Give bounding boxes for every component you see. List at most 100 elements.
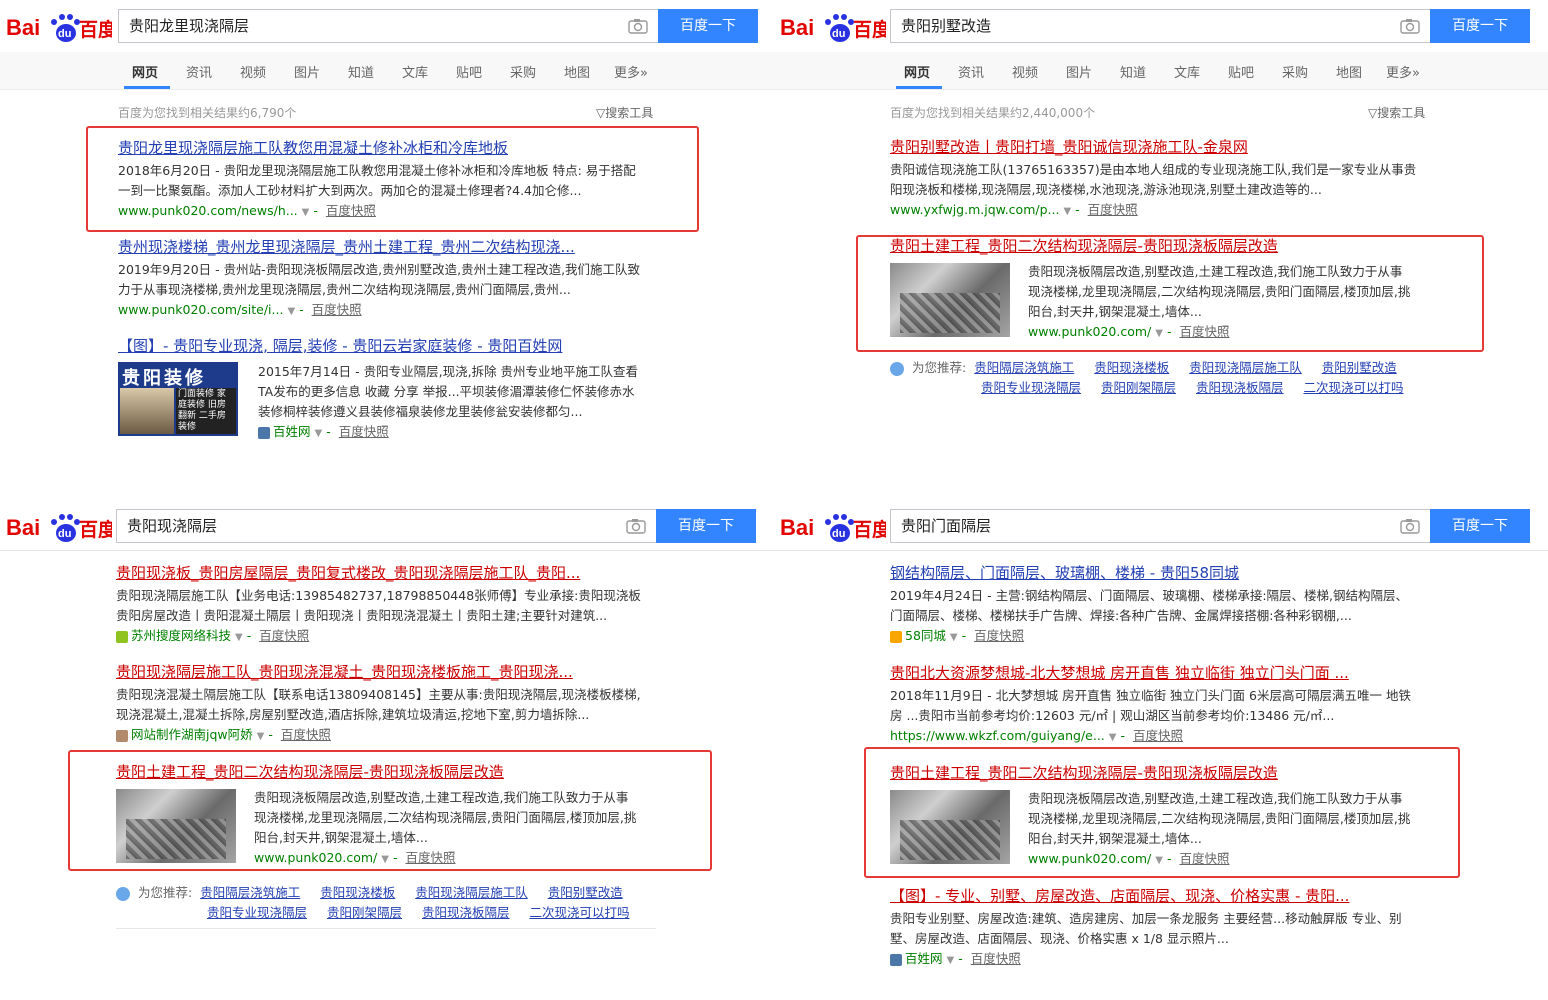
tab-tieba[interactable]: 贴吧 xyxy=(456,62,482,81)
tab-zhidao[interactable]: 知道 xyxy=(348,62,374,81)
result-url[interactable]: www.punk020.com/site/i... ▼ - 百度快照 xyxy=(118,300,678,322)
cache-link[interactable]: 百度快照 xyxy=(971,951,1021,966)
tab-more[interactable]: 更多» xyxy=(614,62,648,81)
tab-wenku[interactable]: 文库 xyxy=(402,62,428,81)
highlight-box xyxy=(856,235,1484,352)
result-url[interactable]: 百姓网 ▼ - 百度快照 xyxy=(890,949,1450,971)
related-link[interactable]: 贵阳现浇隔层施工队 xyxy=(415,885,528,900)
svg-text:du: du xyxy=(58,28,71,40)
tab-web[interactable]: 网页 xyxy=(132,62,158,81)
tab-zhidao[interactable]: 知道 xyxy=(1120,62,1146,81)
related-link[interactable]: 贵阳隔层浇筑施工 xyxy=(200,885,300,900)
related-searches: 为您推荐: 贵阳隔层浇筑施工 贵阳现浇楼板 贵阳现浇隔层施工队 贵阳别墅改造 贵… xyxy=(890,358,1404,398)
tab-map[interactable]: 地图 xyxy=(564,62,590,81)
search-button[interactable]: 百度一下 xyxy=(1430,509,1530,543)
related-link[interactable]: 贵阳现浇楼板 xyxy=(1094,360,1169,375)
result-url[interactable]: 网站制作湖南jqw阿娇 ▼ - 百度快照 xyxy=(116,725,676,747)
related-link[interactable]: 贵阳隔层浇筑施工 xyxy=(974,360,1074,375)
result-title[interactable]: 贵阳北大资源梦想城-北大梦想城 房开直售 独立临街 独立门头门面 ... xyxy=(890,663,1450,683)
svg-text:Bai: Bai xyxy=(780,15,814,40)
related-link[interactable]: 贵阳专业现浇隔层 xyxy=(981,380,1081,395)
related-link[interactable]: 贵阳别墅改造 xyxy=(548,885,623,900)
related-link[interactable]: 二次现浇可以打吗 xyxy=(529,905,629,920)
search-button[interactable]: 百度一下 xyxy=(656,509,756,543)
result-title[interactable]: 钢结构隔层、门面隔层、玻璃棚、楼梯 - 贵阳58同城 xyxy=(890,563,1450,583)
nav-tabs: 网页 资讯 视频 图片 知道 文库 贴吧 采购 地图 更多» xyxy=(774,52,1548,90)
tab-caigou[interactable]: 采购 xyxy=(1282,62,1308,81)
related-link[interactable]: 贵阳现浇隔层施工队 xyxy=(1189,360,1302,375)
camera-icon[interactable] xyxy=(628,18,648,34)
related-searches: 为您推荐: 贵阳隔层浇筑施工 贵阳现浇楼板 贵阳现浇隔层施工队 贵阳别墅改造 贵… xyxy=(116,883,630,923)
result-abstract: 贵阳现浇隔层施工队【业务电话:13985482737,18798850448张师… xyxy=(116,588,641,623)
search-button[interactable]: 百度一下 xyxy=(658,9,758,43)
result-title[interactable]: 【图】- 贵阳专业现浇, 隔层,装修 - 贵阳云岩家庭装修 - 贵阳百姓网 xyxy=(118,336,678,356)
tab-map[interactable]: 地图 xyxy=(1336,62,1362,81)
cache-link[interactable]: 百度快照 xyxy=(339,424,389,439)
search-tools[interactable]: ▽搜索工具 xyxy=(1368,104,1425,121)
cache-link[interactable]: 百度快照 xyxy=(974,628,1024,643)
result-url[interactable]: https://www.wkzf.com/guiyang/e... ▼ - 百度快照 xyxy=(890,726,1450,748)
search-input[interactable]: 贵阳别墅改造 xyxy=(890,9,1430,43)
result-item: 贵阳北大资源梦想城-北大梦想城 房开直售 独立临街 独立门头门面 ... 201… xyxy=(890,663,1450,748)
result-abstract: 2019年4月24日 - 主营:钢结构隔层、门面隔层、玻璃棚、楼梯承接:隔层、楼… xyxy=(890,588,1409,623)
svg-text:百度: 百度 xyxy=(853,18,886,41)
svg-text:Bai: Bai xyxy=(6,15,40,40)
cache-link[interactable]: 百度快照 xyxy=(1088,202,1138,217)
baidu-logo[interactable]: Bai du 百度 xyxy=(780,508,886,544)
result-title[interactable]: 贵阳现浇隔层施工队_贵阳现浇混凝土_贵阳现浇楼板施工_贵阳现浇... xyxy=(116,662,676,682)
result-title[interactable]: 贵阳别墅改造丨贵阳打墙_贵阳诚信现浇施工队-金泉网 xyxy=(890,137,1450,157)
camera-icon[interactable] xyxy=(626,518,646,534)
result-stats: 百度为您找到相关结果约2,440,000个 xyxy=(890,106,1096,120)
tab-web[interactable]: 网页 xyxy=(904,62,930,81)
cache-link[interactable]: 百度快照 xyxy=(312,302,362,317)
svg-text:du: du xyxy=(58,528,71,540)
baidu-logo[interactable]: Bai du 百度 xyxy=(6,508,112,544)
svg-text:百度: 百度 xyxy=(79,18,112,41)
baidu-logo[interactable]: Bai du 百度 xyxy=(6,8,112,44)
highlight-box xyxy=(68,750,712,871)
related-link[interactable]: 贵阳现浇楼板 xyxy=(320,885,395,900)
baidu-logo[interactable]: Bai du 百度 xyxy=(780,8,886,44)
tab-tieba[interactable]: 贴吧 xyxy=(1228,62,1254,81)
result-title[interactable]: 【图】- 专业、别墅、房屋改造、店面隔层、现浇、价格实惠 - 贵阳... xyxy=(890,886,1450,906)
tab-more[interactable]: 更多» xyxy=(1386,62,1420,81)
cache-link[interactable]: 百度快照 xyxy=(1133,728,1183,743)
related-link[interactable]: 贵阳现浇板隔层 xyxy=(422,905,510,920)
result-title[interactable]: 贵阳现浇板_贵阳房屋隔层_贵阳复式楼改_贵阳现浇隔层施工队_贵阳... xyxy=(116,563,676,583)
camera-icon[interactable] xyxy=(1400,518,1420,534)
tab-video[interactable]: 视频 xyxy=(240,62,266,81)
tab-images[interactable]: 图片 xyxy=(294,62,320,81)
search-input[interactable]: 贵阳现浇隔层 xyxy=(116,509,656,543)
related-link[interactable]: 贵阳刚架隔层 xyxy=(327,905,402,920)
search-header: Bai du 百度 贵阳别墅改造 百度一下 xyxy=(774,0,1548,52)
result-title[interactable]: 贵州现浇楼梯_贵州龙里现浇隔层_贵州土建工程_贵州二次结构现浇... xyxy=(118,237,678,257)
search-input[interactable]: 贵阳龙里现浇隔层 xyxy=(118,9,658,43)
cache-link[interactable]: 百度快照 xyxy=(259,628,309,643)
result-item: 贵州现浇楼梯_贵州龙里现浇隔层_贵州土建工程_贵州二次结构现浇... 2019年… xyxy=(118,237,678,322)
svg-text:du: du xyxy=(832,528,845,540)
related-link[interactable]: 二次现浇可以打吗 xyxy=(1303,380,1403,395)
result-url[interactable]: 百姓网 ▼ - 百度快照 xyxy=(258,422,678,444)
search-button[interactable]: 百度一下 xyxy=(1430,9,1530,43)
related-link[interactable]: 贵阳专业现浇隔层 xyxy=(207,905,307,920)
serp-panel-1: Bai du 百度 贵阳龙里现浇隔层 百度一下 网页 资讯 视频 图片 知道 文… xyxy=(0,0,774,500)
related-link[interactable]: 贵阳别墅改造 xyxy=(1322,360,1397,375)
tab-wenku[interactable]: 文库 xyxy=(1174,62,1200,81)
result-url[interactable]: www.yxfwjg.m.jqw.com/p... ▼ - 百度快照 xyxy=(890,200,1450,222)
cache-link[interactable]: 百度快照 xyxy=(281,727,331,742)
result-thumbnail[interactable]: 贵阳装修 门面装修 家庭装修 旧房翻新 二手房装修 xyxy=(118,362,238,436)
tab-news[interactable]: 资讯 xyxy=(186,62,212,81)
result-url[interactable]: 58同城 ▼ - 百度快照 xyxy=(890,626,1450,648)
search-tools[interactable]: ▽搜索工具 xyxy=(596,104,653,121)
tab-news[interactable]: 资讯 xyxy=(958,62,984,81)
camera-icon[interactable] xyxy=(1400,18,1420,34)
active-tab-indicator xyxy=(896,86,942,89)
tab-video[interactable]: 视频 xyxy=(1012,62,1038,81)
tab-caigou[interactable]: 采购 xyxy=(510,62,536,81)
tab-images[interactable]: 图片 xyxy=(1066,62,1092,81)
related-link[interactable]: 贵阳刚架隔层 xyxy=(1101,380,1176,395)
search-input[interactable]: 贵阳门面隔层 xyxy=(890,509,1430,543)
result-item: 【图】- 贵阳专业现浇, 隔层,装修 - 贵阳云岩家庭装修 - 贵阳百姓网 xyxy=(118,336,678,356)
related-link[interactable]: 贵阳现浇板隔层 xyxy=(1196,380,1284,395)
result-url[interactable]: 苏州搜度网络科技 ▼ - 百度快照 xyxy=(116,626,676,648)
